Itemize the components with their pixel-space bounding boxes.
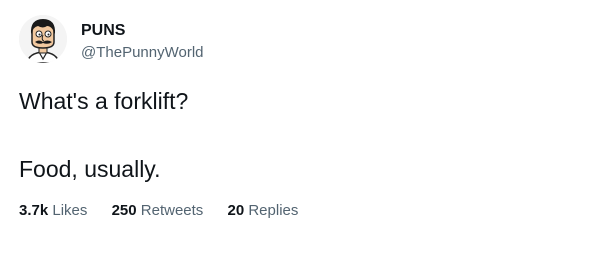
replies-count: 20 bbox=[227, 202, 245, 219]
likes-label: Likes bbox=[52, 202, 88, 219]
likes-count: 3.7k bbox=[19, 202, 49, 219]
author-display-name[interactable]: PUNS bbox=[81, 21, 125, 41]
author-handle[interactable]: @ThePunnyWorld bbox=[81, 43, 204, 63]
avatar[interactable] bbox=[19, 15, 67, 63]
tweet-text-line: What's a forklift? bbox=[19, 88, 189, 114]
retweets-label: Retweets bbox=[140, 202, 204, 219]
replies-label: Replies bbox=[248, 202, 299, 219]
tweet-text-line: Food, usually. bbox=[19, 156, 161, 182]
cartoon-man-avatar-icon bbox=[19, 15, 67, 63]
retweets-stat[interactable]: 250 Retweets bbox=[112, 201, 204, 221]
replies-stat[interactable]: 20 Replies bbox=[227, 201, 298, 221]
retweets-count: 250 bbox=[111, 202, 137, 219]
likes-stat[interactable]: 3.7k Likes bbox=[19, 201, 87, 221]
tweet-card: PUNS @ThePunnyWorld What's a forklift? F… bbox=[0, 0, 600, 254]
tweet-stats: 3.7k Likes 250 Retweets 20 Replies bbox=[19, 201, 318, 221]
